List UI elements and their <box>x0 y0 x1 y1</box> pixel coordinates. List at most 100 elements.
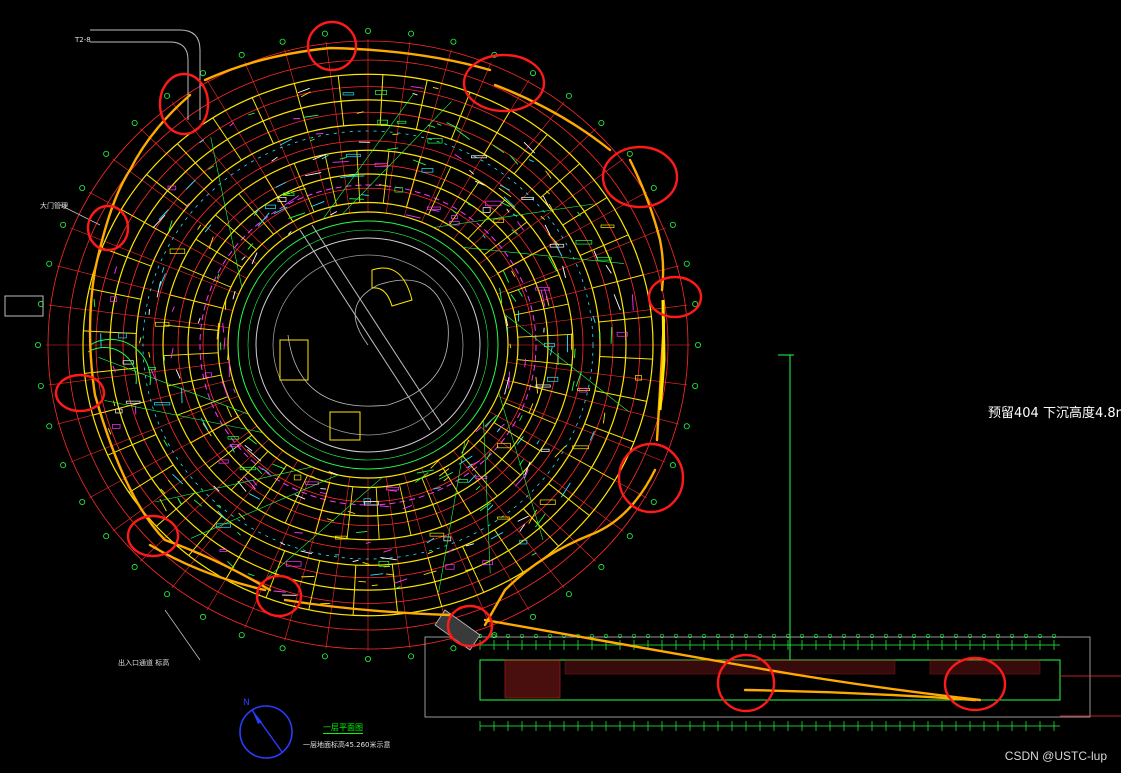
detail-block <box>227 436 239 440</box>
grid-radial <box>56 379 233 425</box>
axis-bubble <box>164 92 171 99</box>
grid-radial <box>497 227 666 295</box>
axis-bubble <box>79 498 86 505</box>
detail-block <box>375 89 388 96</box>
grid-radial <box>284 49 333 217</box>
grid-radial <box>140 128 270 252</box>
detail-tick <box>605 264 612 274</box>
detail-tick <box>517 289 523 297</box>
detail-tick <box>487 504 494 511</box>
axis-bubble <box>626 533 633 540</box>
corridor-connector <box>434 609 481 651</box>
detail-tick <box>571 380 575 392</box>
detail-tick <box>432 87 439 90</box>
detail-tick <box>508 371 510 389</box>
room-divider-inner <box>169 294 224 309</box>
room-divider-inner <box>208 434 252 469</box>
detail-tick <box>257 212 270 227</box>
detail-block <box>118 332 127 339</box>
core-room-north <box>371 267 413 307</box>
room-divider-inner <box>256 464 287 510</box>
detail-tick <box>114 266 117 274</box>
callout-leader <box>164 609 201 661</box>
detail-tick <box>208 236 214 250</box>
detail-tick <box>332 161 349 163</box>
csdn-watermark: CSDN @USTC-lup <box>1004 749 1107 763</box>
axis-bubble <box>199 613 206 620</box>
detail-tick <box>379 505 390 508</box>
detail-tick <box>297 87 310 94</box>
detail-tick <box>517 515 529 522</box>
grid-radial <box>489 411 648 499</box>
route-stroke <box>483 468 657 627</box>
room-divider-inner <box>517 333 573 338</box>
grid-radial <box>140 438 270 562</box>
plan-title: 一层平面图 <box>323 723 363 734</box>
grid-radial <box>70 227 239 295</box>
detail-tick <box>93 298 96 308</box>
detail-block <box>443 536 452 542</box>
axis-bubble <box>598 119 605 126</box>
axis-bubble <box>530 70 537 77</box>
detail-tick <box>272 463 286 470</box>
detail-block <box>293 474 302 481</box>
detail-tick <box>365 541 371 544</box>
room-divider-inner <box>284 475 308 524</box>
room-divider <box>540 163 581 199</box>
axis-bubble <box>37 382 44 389</box>
axis-bubble <box>279 645 286 652</box>
detail-tick <box>415 472 429 483</box>
detail-tick <box>443 476 449 482</box>
grid-radial <box>284 473 333 641</box>
axis-bubble <box>650 184 657 191</box>
detail-tick <box>185 179 196 190</box>
orange-route-markup <box>88 46 982 702</box>
axis-bubble <box>530 613 537 620</box>
detail-tick <box>509 343 512 349</box>
detail-tick <box>515 475 525 487</box>
detail-block <box>265 204 276 209</box>
grid-radial <box>478 158 624 265</box>
detail-tick <box>161 267 165 273</box>
detail-tick <box>217 510 227 520</box>
room-divider <box>591 274 644 289</box>
leader-line <box>322 92 415 220</box>
detail-tick <box>451 208 457 214</box>
room-divider-inner <box>375 487 380 540</box>
axis-bubble <box>669 462 676 469</box>
corridor-hatch-east <box>929 659 1041 675</box>
grid-radial <box>403 49 452 217</box>
detail-tick <box>152 214 166 229</box>
detail-block <box>219 549 228 552</box>
left-callout: 大门管理 <box>40 202 68 210</box>
detail-tick <box>427 124 436 128</box>
detail-tick <box>233 388 236 394</box>
detail-tick <box>229 122 235 127</box>
north-pipe-inner <box>90 41 189 120</box>
north-arrow <box>239 705 293 759</box>
detail-tick <box>492 144 505 154</box>
detail-tick <box>330 211 338 216</box>
detail-tick <box>248 112 255 116</box>
axis-bubble <box>626 150 633 157</box>
grid-radial <box>478 425 624 532</box>
detail-tick <box>309 138 315 142</box>
detail-tick <box>427 551 434 555</box>
red-markup-circle <box>462 53 546 113</box>
red-markup-circle <box>255 574 303 618</box>
detail-tick <box>358 580 366 583</box>
axis-bubble <box>565 591 572 598</box>
detail-tick <box>262 468 270 474</box>
detail-block <box>547 376 559 382</box>
axis-bubble <box>364 27 371 34</box>
west-lobby-arc <box>89 338 151 386</box>
detail-block <box>457 479 468 483</box>
leader-line <box>341 101 452 215</box>
axis-bubble <box>669 221 676 228</box>
detail-tick <box>554 445 567 458</box>
room-divider <box>513 134 548 175</box>
detail-block <box>521 196 534 200</box>
red-markup-circle <box>54 373 106 413</box>
axis-bubble <box>238 51 245 58</box>
detail-tick <box>468 474 477 483</box>
